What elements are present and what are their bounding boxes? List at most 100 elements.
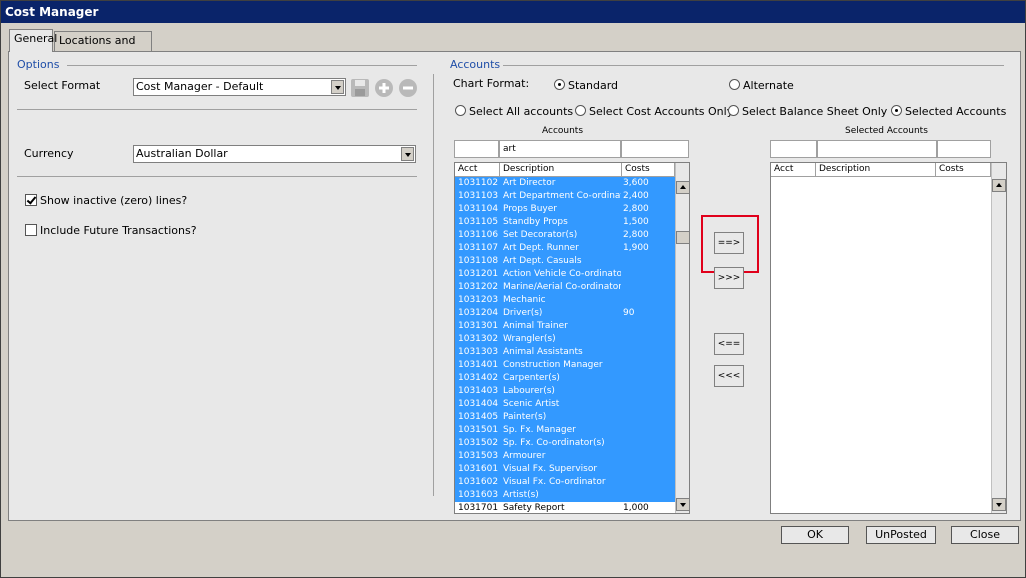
selected-description-filter-input[interactable] [817,140,937,158]
description-filter-input[interactable]: art [499,140,621,158]
description-cell: Safety Report [503,503,565,513]
acct-cell: 1031203 [458,295,499,305]
table-row[interactable]: 1031108 Art Dept. Casuals [455,255,675,268]
remove-all-button[interactable]: <<< [714,365,744,387]
table-row[interactable]: 1031403 Labourer(s) [455,385,675,398]
unposted-button[interactable]: UnPosted [866,526,936,544]
table-row[interactable]: 1031302 Wrangler(s) [455,333,675,346]
acct-cell: 1031601 [458,464,499,474]
table-row[interactable]: 1031401 Construction Manager [455,359,675,372]
chart-format-alternate-radio[interactable] [729,79,740,90]
table-row[interactable]: 1031202 Marine/Aerial Co-ordinator [455,281,675,294]
select-all-accounts-label: Select All accounts [469,105,574,118]
costs-cell: 1,900 [623,243,649,253]
table-row[interactable]: 1031301 Animal Trainer [455,320,675,333]
acct-cell: 1031401 [458,360,499,370]
window-title: Cost Manager [1,1,1025,23]
selected-scroll-up-button[interactable] [992,179,1006,192]
description-cell: Construction Manager [503,360,603,370]
add-selected-button[interactable]: ==> [714,232,744,254]
costs-filter-input[interactable] [621,140,689,158]
table-row[interactable]: 1031105 Standby Props 1,500 [455,216,675,229]
table-row[interactable]: 1031501 Sp. Fx. Manager [455,424,675,437]
chevron-down-icon[interactable] [331,80,344,94]
selected-accounts-list[interactable]: Acct Description Costs [770,162,1007,514]
description-cell: Art Director [503,178,556,188]
selected-accounts-scrollbar[interactable] [991,163,1006,513]
tab-locations-and-sets[interactable]: Locations and Sets [54,31,152,65]
selected-column-header-description[interactable]: Description [816,163,936,177]
accounts-group-divider [503,65,1004,66]
ok-button[interactable]: OK [781,526,849,544]
table-row[interactable]: 1031701 Safety Report 1,000 [455,502,675,513]
selected-column-header-costs[interactable]: Costs [936,163,991,177]
description-cell: Sp. Fx. Co-ordinator(s) [503,438,605,448]
costs-cell: 1,500 [623,217,649,227]
acct-cell: 1031405 [458,412,499,422]
chart-format-standard-label: Standard [568,79,619,92]
select-balance-sheet-label: Select Balance Sheet Only [742,105,888,118]
description-cell: Sp. Fx. Manager [503,425,576,435]
table-row[interactable]: 1031601 Visual Fx. Supervisor [455,463,675,476]
table-row[interactable]: 1031603 Artist(s) [455,489,675,502]
select-balance-sheet-radio[interactable] [728,105,739,116]
column-header-description[interactable]: Description [500,163,622,177]
show-inactive-checkbox[interactable] [25,194,37,206]
selected-accounts-radio[interactable] [891,105,902,116]
description-cell: Marine/Aerial Co-ordinator [503,282,621,292]
table-row[interactable]: 1031102 Art Director 3,600 [455,177,675,190]
column-header-acct[interactable]: Acct [455,163,500,177]
selected-accounts-header: Acct Description Costs [771,163,991,177]
scroll-down-button[interactable] [676,498,689,511]
acct-cell: 1031301 [458,321,499,331]
select-format-dropdown[interactable]: Cost Manager - Default [133,78,346,96]
table-row[interactable]: 1031404 Scenic Artist [455,398,675,411]
scroll-up-button[interactable] [676,181,689,194]
column-header-costs[interactable]: Costs [622,163,675,177]
table-row[interactable]: 1031106 Set Decorator(s) 2,800 [455,229,675,242]
description-cell: Wrangler(s) [503,334,556,344]
table-row[interactable]: 1031201 Action Vehicle Co-ordinator. [455,268,675,281]
table-row[interactable]: 1031107 Art Dept. Runner 1,900 [455,242,675,255]
scroll-thumb[interactable] [676,231,689,244]
description-cell: Labourer(s) [503,386,555,396]
table-row[interactable]: 1031405 Painter(s) [455,411,675,424]
accounts-scrollbar[interactable] [675,163,689,513]
description-cell: Standby Props [503,217,568,227]
table-row[interactable]: 1031104 Props Buyer 2,800 [455,203,675,216]
selected-costs-filter-input[interactable] [937,140,991,158]
selected-scroll-down-button[interactable] [992,498,1006,511]
add-icon[interactable] [374,78,394,98]
table-row[interactable]: 1031204 Driver(s) 90 [455,307,675,320]
table-row[interactable]: 1031203 Mechanic [455,294,675,307]
close-button[interactable]: Close [951,526,1019,544]
save-icon[interactable] [350,78,370,98]
table-row[interactable]: 1031602 Visual Fx. Co-ordinator [455,476,675,489]
select-cost-accounts-radio[interactable] [575,105,586,116]
acct-filter-input[interactable] [454,140,499,158]
accounts-list[interactable]: Acct Description Costs 1031102 Art Direct… [454,162,690,514]
acct-cell: 1031105 [458,217,499,227]
description-cell: Animal Trainer [503,321,568,331]
chevron-down-icon[interactable] [401,147,414,161]
selected-acct-filter-input[interactable] [770,140,817,158]
table-row[interactable]: 1031402 Carpenter(s) [455,372,675,385]
tab-general[interactable]: General [9,29,57,52]
costs-cell: 90 [623,308,635,318]
select-all-accounts-radio[interactable] [455,105,466,116]
acct-cell: 1031602 [458,477,499,487]
include-future-checkbox[interactable] [25,224,37,236]
remove-selected-button[interactable]: <== [714,333,744,355]
table-row[interactable]: 1031502 Sp. Fx. Co-ordinator(s) [455,437,675,450]
description-cell: Scenic Artist [503,399,560,409]
remove-icon[interactable] [398,78,418,98]
table-row[interactable]: 1031503 Armourer [455,450,675,463]
acct-cell: 1031503 [458,451,499,461]
selected-column-header-acct[interactable]: Acct [771,163,816,177]
chart-format-standard-radio[interactable] [554,79,565,90]
description-cell: Mechanic [503,295,546,305]
add-all-button[interactable]: >>> [714,267,744,289]
currency-dropdown[interactable]: Australian Dollar [133,145,416,163]
table-row[interactable]: 1031303 Animal Assistants [455,346,675,359]
table-row[interactable]: 1031103 Art Department Co-ordinator 2,400 [455,190,675,203]
